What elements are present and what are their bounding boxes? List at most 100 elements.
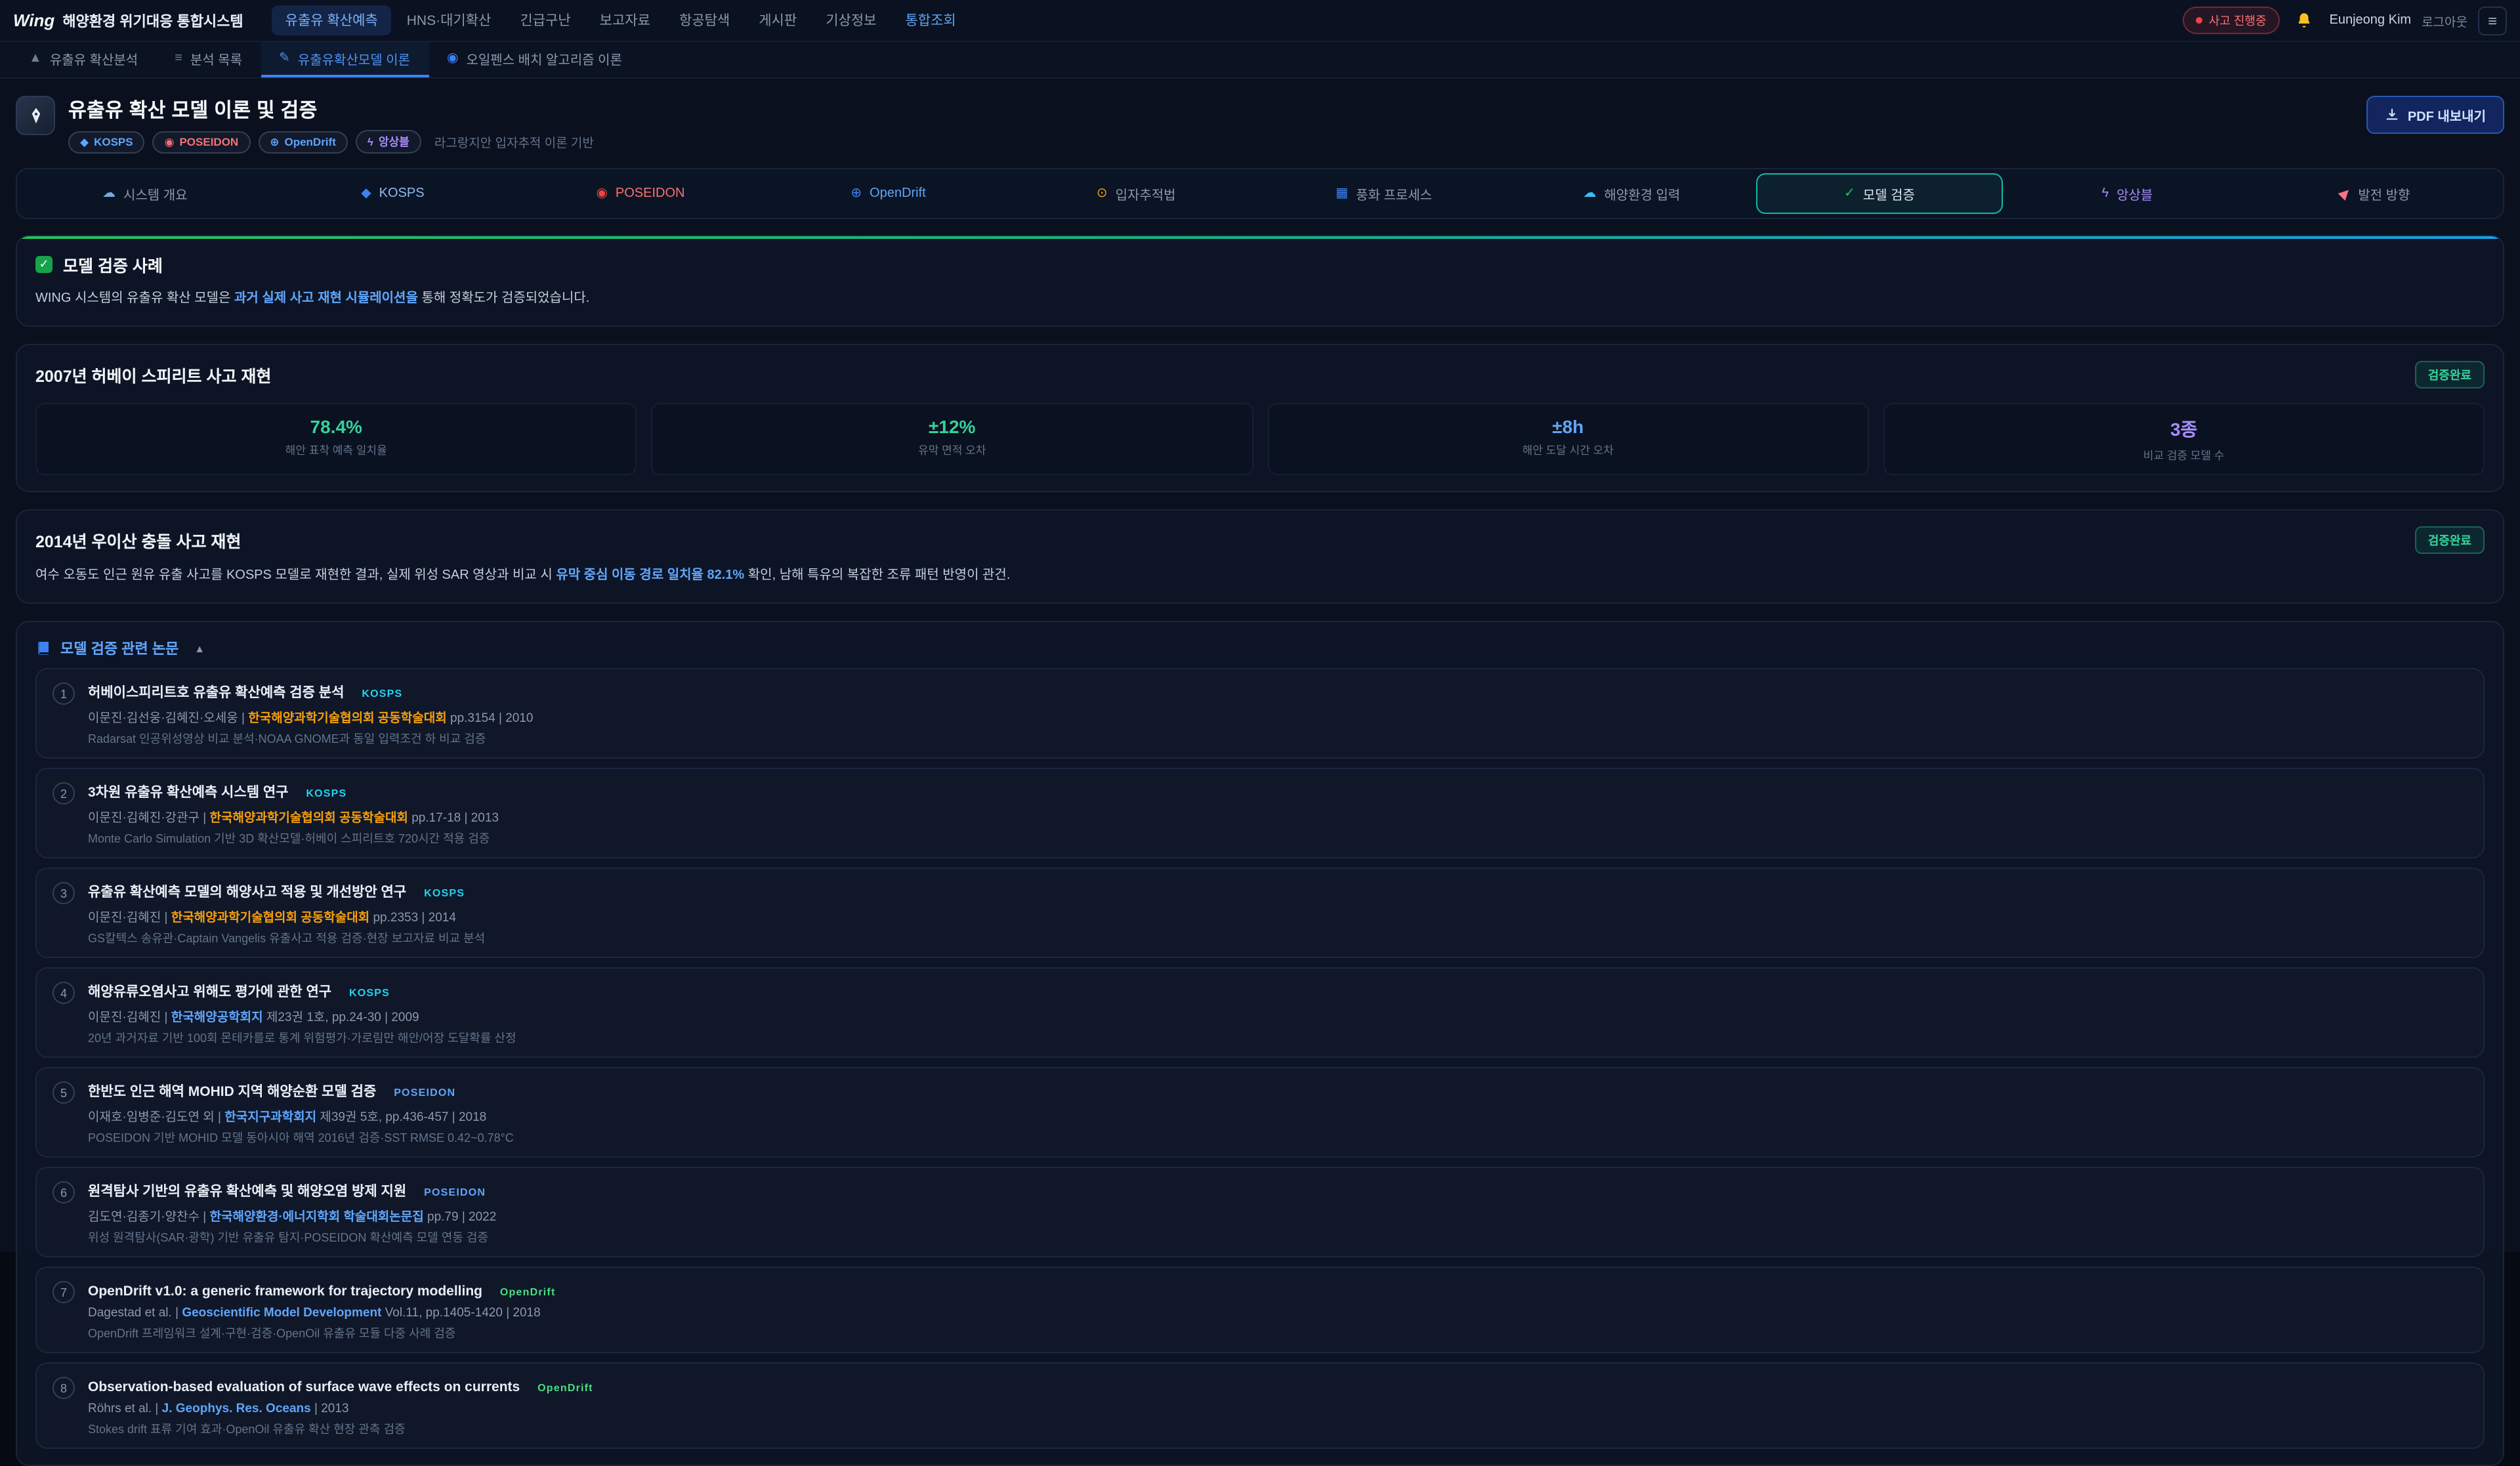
paper-body: Observation-based evaluation of surface …: [88, 1374, 593, 1437]
logout-button[interactable]: 로그아웃: [2422, 11, 2468, 30]
paper-title: 원격탐사 기반의 유출유 확산예측 및 해양오염 방제 지원: [88, 1184, 406, 1200]
stat-label: 해안 표착 예측 일치율: [45, 442, 628, 458]
verified-badge: 검증완료: [2415, 361, 2485, 388]
badge-poseidon: ◉ POSEIDON: [153, 131, 251, 153]
section-tab-label: 시스템 개요: [123, 184, 188, 203]
paper-item-4[interactable]: 4 해양유류오염사고 위해도 평가에 관한 연구 KOSPS 이문진·김혜진 |…: [35, 967, 2485, 1058]
stat-slick-area-error: ±12% 유막 면적 오차: [652, 403, 1253, 475]
nav-item-emergency-rescue[interactable]: 긴급구난: [507, 5, 583, 35]
section-tab-ensemble[interactable]: ϟ 앙상블: [2004, 173, 2252, 214]
paper-item-7[interactable]: 7 OpenDrift v1.0: a generic framework fo…: [35, 1267, 2485, 1353]
paper-model-badge: KOSPS: [306, 787, 346, 799]
section-tab-particle-tracking[interactable]: ⊙ 입자추적법: [1012, 173, 1260, 214]
paper-title: Observation-based evaluation of surface …: [88, 1379, 520, 1395]
paper-title-row: 유출유 확산예측 모델의 해양사고 적용 및 개선방안 연구 KOSPS: [88, 879, 485, 903]
nav-item-oil-spill-prediction[interactable]: 유출유 확산예측: [272, 5, 391, 35]
paper-item-6[interactable]: 6 원격탐사 기반의 유출유 확산예측 및 해양오염 방제 지원 POSEIDO…: [35, 1167, 2485, 1257]
case-2007-stats: 78.4% 해안 표착 예측 일치율 ±12% 유막 면적 오차 ±8h 해안 …: [35, 403, 2485, 475]
paper-item-1[interactable]: 1 허베이스피리트호 유출유 확산예측 검증 분석 KOSPS 이문진·김선웅·…: [35, 668, 2485, 759]
paper-description: Stokes drift 표류 기여 효과·OpenOil 유출유 확산 현장 …: [88, 1420, 593, 1437]
paper-journal: 한국해양환경·에너지학회 학술대회논문집: [209, 1210, 423, 1225]
paper-title-row: 해양유류오염사고 위해도 평가에 관한 연구 KOSPS: [88, 979, 516, 1003]
paper-item-3[interactable]: 3 유출유 확산예측 모델의 해양사고 적용 및 개선방안 연구 KOSPS 이…: [35, 868, 2485, 958]
paper-model-badge: OpenDrift: [537, 1382, 593, 1394]
paper-item-8[interactable]: 8 Observation-based evaluation of surfac…: [35, 1362, 2485, 1449]
paper-description: 20년 과거자료 기반 100회 몬테카를로 통계 위험평가·가로림만 해안/어…: [88, 1029, 516, 1046]
paper-title-row: 한반도 인근 해역 MOHID 지역 해양순환 모델 검증 POSEIDON: [88, 1079, 514, 1102]
notifications-bell-icon[interactable]: [2290, 6, 2319, 35]
model-badge-row: ◆ KOSPS ◉ POSEIDON ⊕ OpenDrift ϟ 앙상블 라그랑…: [68, 130, 594, 154]
status-dot-icon: [2196, 17, 2202, 24]
paper-body: 3차원 유출유 확산예측 시스템 연구 KOSPS 이문진·김혜진·강관구 | …: [88, 780, 499, 847]
paper-authors: 이문진·김혜진 |: [88, 1011, 171, 1025]
paper-citation: 이문진·김혜진 | 한국해양과학기술협의회 공동학술대회 pp.2353 | 2…: [88, 907, 485, 925]
tab-diffusion-model-theory[interactable]: ✎ 유출유확산모델 이론: [261, 42, 429, 77]
main-menu: 유출유 확산예측 HNS·대기확산 긴급구난 보고자료 항공탐색 게시판 기상정…: [272, 5, 969, 35]
paper-body: 허베이스피리트호 유출유 확산예측 검증 분석 KOSPS 이문진·김선웅·김혜…: [88, 680, 533, 747]
section-tab-opendrift[interactable]: ⊕ OpenDrift: [765, 173, 1013, 214]
section-tab-kosps[interactable]: ◆ KOSPS: [269, 173, 517, 214]
badge-label: 앙상블: [379, 134, 410, 150]
nav-item-integrated-search[interactable]: 통합조회: [892, 5, 969, 35]
stat-value: 3종: [1893, 416, 2476, 442]
badge-kosps: ◆ KOSPS: [68, 131, 145, 153]
tab-analysis-list[interactable]: ≡ 분석 목록: [156, 42, 261, 77]
tab-label: 오일펜스 배치 알고리즘 이론: [467, 49, 623, 68]
tab-oil-spill-analysis[interactable]: ▲ 유출유 확산분석: [10, 42, 156, 77]
badge-label: POSEIDON: [179, 135, 238, 148]
verified-badge: 검증완료: [2415, 526, 2485, 554]
section-tab-label: 해양환경 입력: [1604, 184, 1680, 203]
case-text-post: 확인, 남해 특유의 복잡한 조류 패턴 반영이 관건.: [744, 568, 1010, 583]
paper-journal: Geoscientific Model Development: [182, 1306, 381, 1320]
stat-label: 유막 면적 오차: [661, 442, 1244, 458]
app-logo[interactable]: Wing 해양환경 위기대응 통합시스템: [13, 10, 243, 31]
rocket-icon: ▶: [2336, 185, 2353, 202]
menu-hamburger-icon[interactable]: ≡: [2478, 6, 2507, 35]
collapse-chevron-icon[interactable]: ▲: [194, 642, 205, 654]
nav-item-hns-air-dispersion[interactable]: HNS·대기확산: [394, 5, 505, 35]
nav-item-board[interactable]: 게시판: [746, 5, 810, 35]
section-tab-label: 모델 검증: [1863, 184, 1915, 203]
paper-body: OpenDrift v1.0: a generic framework for …: [88, 1278, 556, 1341]
main-content: ✓ 모델 검증 사례 WING 시스템의 유출유 확산 모델은 과거 실제 사고…: [0, 219, 2520, 1466]
app-title: 해양환경 위기대응 통합시스템: [62, 10, 243, 31]
paper-title-row: OpenDrift v1.0: a generic framework for …: [88, 1278, 556, 1302]
nav-item-weather-info[interactable]: 기상정보: [812, 5, 889, 35]
section-tab-future-direction[interactable]: ▶ 발전 방향: [2251, 173, 2499, 214]
paper-authors: 김도연·김종기·양찬수 |: [88, 1210, 209, 1225]
nav-item-aerial-search[interactable]: 항공탐색: [666, 5, 743, 35]
target-icon: ◉: [165, 135, 175, 149]
tab-label: 분석 목록: [190, 49, 242, 68]
section-tab-system-overview[interactable]: ☁ 시스템 개요: [21, 173, 269, 214]
paper-title: 허베이스피리트호 유출유 확산예측 검증 분석: [88, 685, 344, 701]
paper-model-badge: POSEIDON: [394, 1087, 455, 1099]
badge-label: OpenDrift: [284, 135, 335, 148]
paper-item-2[interactable]: 2 3차원 유출유 확산예측 시스템 연구 KOSPS 이문진·김혜진·강관구 …: [35, 768, 2485, 858]
paper-title-row: Observation-based evaluation of surface …: [88, 1374, 593, 1398]
paper-description: POSEIDON 기반 MOHID 모델 동아시아 해역 2016년 검증·SS…: [88, 1129, 514, 1146]
paper-body: 해양유류오염사고 위해도 평가에 관한 연구 KOSPS 이문진·김혜진 | 한…: [88, 979, 516, 1046]
target-icon: ◉: [596, 186, 607, 201]
section-tab-model-validation[interactable]: ✓ 모델 검증: [1755, 173, 2004, 214]
diamond-icon: ◆: [361, 186, 371, 201]
paper-item-5[interactable]: 5 한반도 인근 해역 MOHID 지역 해양순환 모델 검증 POSEIDON…: [35, 1067, 2485, 1158]
paper-journal: 한국해양과학기술협의회 공동학술대회: [171, 911, 369, 925]
circle-icon: ◉: [447, 51, 458, 66]
validation-intro-text: WING 시스템의 유출유 확산 모델은 과거 실제 사고 재현 시뮬레이션을 …: [35, 289, 2485, 310]
card-header: 2014년 우이산 충돌 사고 재현 검증완료: [35, 526, 2485, 554]
section-tab-ocean-environment-input[interactable]: ☁ 해양환경 입력: [1508, 173, 1756, 214]
paper-title: 한반도 인근 해역 MOHID 지역 해양순환 모델 검증: [88, 1084, 376, 1100]
paper-journal: J. Geophys. Res. Oceans: [162, 1402, 311, 1416]
chart-icon: ▲: [29, 51, 42, 66]
nav-item-reports[interactable]: 보고자료: [587, 5, 663, 35]
paper-number: 1: [52, 682, 75, 705]
section-tab-weathering-process[interactable]: ▦ 풍화 프로세스: [1260, 173, 1508, 214]
paper-authors: 이문진·김혜진 |: [88, 911, 171, 925]
section-tab-poseidon[interactable]: ◉ POSEIDON: [516, 173, 765, 214]
pdf-export-button[interactable]: PDF 내보내기: [2367, 96, 2504, 134]
list-icon: ≡: [175, 51, 182, 66]
tab-oil-fence-algorithm-theory[interactable]: ◉ 오일펜스 배치 알고리즘 이론: [429, 42, 640, 77]
paper-title: 해양유류오염사고 위해도 평가에 관한 연구: [88, 984, 331, 1000]
paper-journal: 한국해양과학기술협의회 공동학술대회: [248, 711, 446, 726]
paper-model-badge: KOSPS: [349, 987, 390, 999]
